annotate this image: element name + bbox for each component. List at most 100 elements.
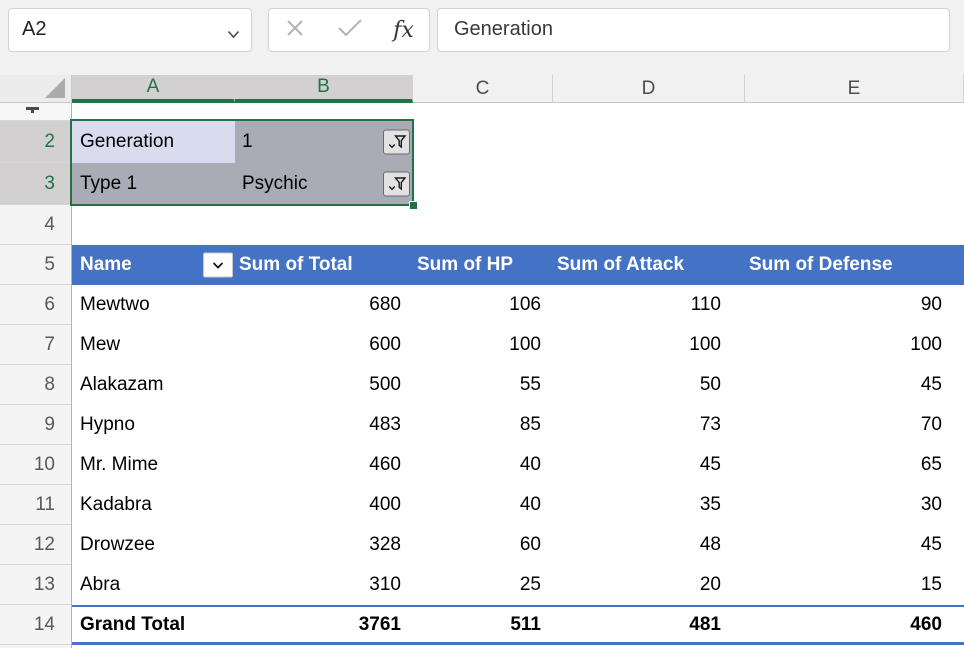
hp-cell[interactable]: 40: [413, 485, 553, 525]
name-cell[interactable]: Alakazam: [72, 365, 235, 405]
name-cell[interactable]: Hypno: [72, 405, 235, 445]
grand-total-row: Grand Total 3761 511 481 460: [72, 605, 964, 645]
column-header-B[interactable]: B: [235, 75, 413, 103]
hp-cell[interactable]: 60: [413, 525, 553, 565]
total-cell[interactable]: 328: [235, 525, 413, 565]
total-cell[interactable]: 500: [235, 365, 413, 405]
attack-cell[interactable]: 35: [553, 485, 745, 525]
filter-dropdown-button[interactable]: [383, 172, 410, 197]
row-header-9[interactable]: 9: [0, 405, 71, 445]
pivot-header-hp[interactable]: Sum of HP: [413, 245, 553, 285]
select-all-button[interactable]: [0, 75, 72, 103]
row-header-4[interactable]: 4: [0, 205, 71, 245]
column-header-C[interactable]: C: [413, 75, 553, 103]
pivot-header-attack[interactable]: Sum of Attack: [553, 245, 745, 285]
insert-function-icon[interactable]: fx: [393, 18, 414, 43]
name-cell[interactable]: Abra: [72, 565, 235, 605]
row-header-7[interactable]: 7: [0, 325, 71, 365]
name-cell[interactable]: Kadabra: [72, 485, 235, 525]
hp-cell[interactable]: 55: [413, 365, 553, 405]
defense-cell[interactable]: 100: [745, 325, 964, 365]
attack-cell[interactable]: 73: [553, 405, 745, 445]
filter-dropdown-button[interactable]: [383, 130, 410, 155]
column-header-E[interactable]: E: [745, 75, 964, 103]
name-cell[interactable]: Drowzee: [72, 525, 235, 565]
defense-cell[interactable]: 45: [745, 365, 964, 405]
hp-cell[interactable]: 85: [413, 405, 553, 445]
select-all-triangle-icon: [45, 78, 65, 98]
total-cell[interactable]: 680: [235, 285, 413, 325]
pivot-row: Hypno 483 85 73 70: [72, 405, 964, 445]
pivot-header-label: Name: [80, 254, 132, 276]
formula-buttons: fx: [268, 8, 430, 52]
grand-total-total[interactable]: 3761: [235, 607, 413, 642]
cell-A2-active[interactable]: Generation: [72, 121, 235, 163]
total-cell[interactable]: 310: [235, 565, 413, 605]
total-cell[interactable]: 600: [235, 325, 413, 365]
row-header-14[interactable]: 14: [0, 605, 71, 645]
name-filter-dropdown-button[interactable]: [203, 253, 233, 278]
attack-cell[interactable]: 100: [553, 325, 745, 365]
filter-row-generation: Generation 1: [72, 121, 964, 163]
name-cell[interactable]: Mew: [72, 325, 235, 365]
defense-cell[interactable]: 70: [745, 405, 964, 445]
formula-bar-area: A2 fx Generation: [0, 0, 964, 75]
total-cell[interactable]: 400: [235, 485, 413, 525]
cell-A3[interactable]: Type 1: [72, 163, 235, 205]
grand-total-defense[interactable]: 460: [745, 607, 964, 642]
total-cell[interactable]: 460: [235, 445, 413, 485]
name-box-value: A2: [22, 18, 46, 41]
filter-value-text: Psychic: [242, 173, 307, 195]
pivot-header-row: Name Sum of Total Sum of HP Sum of Attac…: [72, 245, 964, 285]
hp-cell[interactable]: 106: [413, 285, 553, 325]
enter-icon[interactable]: [337, 18, 363, 43]
row-header-2[interactable]: 2: [0, 121, 71, 163]
cell-B3-filter-value[interactable]: Psychic: [235, 163, 413, 205]
attack-cell[interactable]: 110: [553, 285, 745, 325]
defense-cell[interactable]: 15: [745, 565, 964, 605]
hidden-row-icon: [26, 107, 39, 110]
cancel-icon[interactable]: [284, 17, 306, 44]
name-cell[interactable]: Mewtwo: [72, 285, 235, 325]
formula-input[interactable]: Generation: [437, 8, 950, 52]
hp-cell[interactable]: 25: [413, 565, 553, 605]
defense-cell[interactable]: 90: [745, 285, 964, 325]
chevron-down-icon[interactable]: [227, 26, 240, 44]
grand-total-attack[interactable]: 481: [553, 607, 745, 642]
attack-cell[interactable]: 20: [553, 565, 745, 605]
pivot-row: Drowzee 328 60 48 45: [72, 525, 964, 565]
row-header-3[interactable]: 3: [0, 163, 71, 205]
row-header-10[interactable]: 10: [0, 445, 71, 485]
attack-cell[interactable]: 48: [553, 525, 745, 565]
pivot-row: Alakazam 500 55 50 45: [72, 365, 964, 405]
hp-cell[interactable]: 40: [413, 445, 553, 485]
cell-B2-filter-value[interactable]: 1: [235, 121, 413, 163]
filter-value-text: 1: [242, 131, 253, 153]
row-header-8[interactable]: 8: [0, 365, 71, 405]
pivot-header-total[interactable]: Sum of Total: [235, 245, 413, 285]
grand-total-label[interactable]: Grand Total: [72, 607, 235, 642]
attack-cell[interactable]: 45: [553, 445, 745, 485]
row-4-empty[interactable]: [72, 205, 964, 245]
defense-cell[interactable]: 30: [745, 485, 964, 525]
name-cell[interactable]: Mr. Mime: [72, 445, 235, 485]
pivot-header-defense[interactable]: Sum of Defense: [745, 245, 964, 285]
grand-total-hp[interactable]: 511: [413, 607, 553, 642]
row-header-11[interactable]: 11: [0, 485, 71, 525]
row-header-5[interactable]: 5: [0, 245, 71, 285]
total-cell[interactable]: 483: [235, 405, 413, 445]
hp-cell[interactable]: 100: [413, 325, 553, 365]
row-header-6[interactable]: 6: [0, 285, 71, 325]
row-header-1-hidden[interactable]: [0, 103, 71, 121]
defense-cell[interactable]: 45: [745, 525, 964, 565]
pivot-row: Mewtwo 680 106 110 90: [72, 285, 964, 325]
name-box[interactable]: A2: [8, 8, 252, 52]
column-header-D[interactable]: D: [553, 75, 745, 103]
row-header-13[interactable]: 13: [0, 565, 71, 605]
pivot-header-name[interactable]: Name: [72, 245, 235, 285]
sheet-grid: Generation 1 Type 1 Psychic: [72, 103, 964, 648]
row-header-12[interactable]: 12: [0, 525, 71, 565]
attack-cell[interactable]: 50: [553, 365, 745, 405]
defense-cell[interactable]: 65: [745, 445, 964, 485]
column-header-A[interactable]: A: [72, 75, 235, 103]
